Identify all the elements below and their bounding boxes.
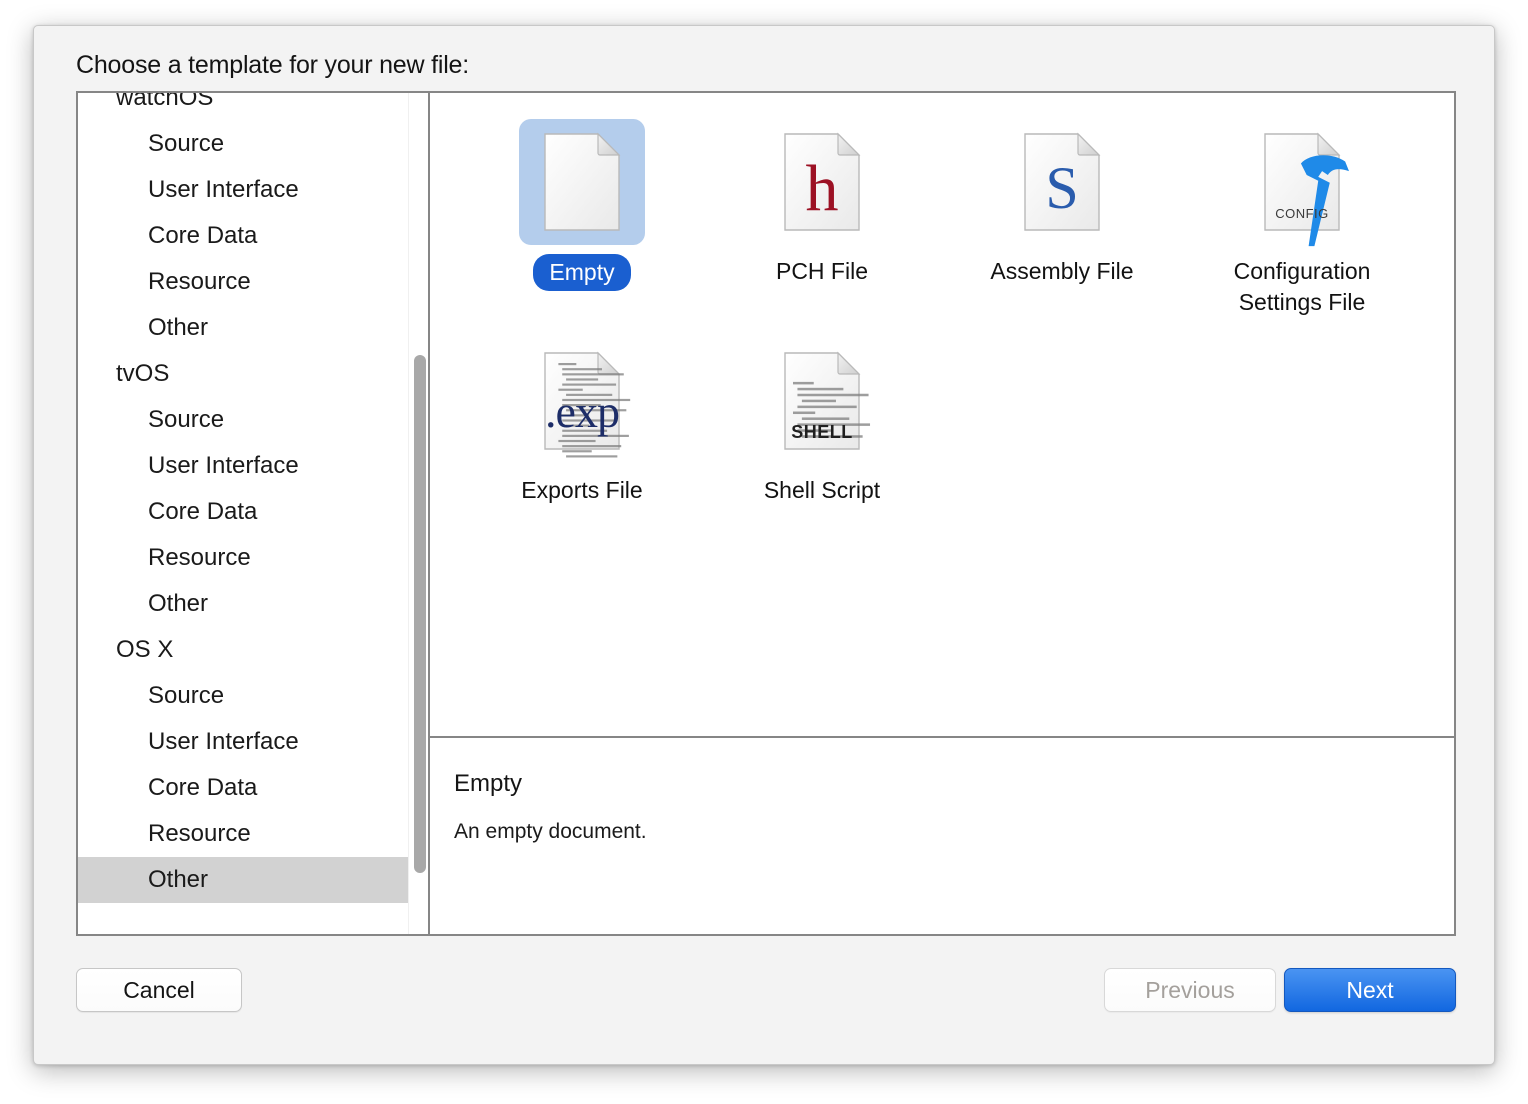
template-item-shell-script[interactable]: SHELL Shell Script: [702, 330, 942, 508]
sidebar-item-other[interactable]: Other: [78, 305, 428, 351]
sidebar-item-label: Core Data: [148, 222, 258, 249]
assembly-file-icon: S: [1022, 132, 1102, 232]
template-label: Assembly File: [990, 258, 1134, 284]
sidebar-item-label: Source: [148, 130, 225, 157]
sidebar-item-other[interactable]: Other: [78, 581, 428, 627]
sidebar-item-core-data[interactable]: Core Data: [78, 489, 428, 535]
selection-highlight: [519, 119, 645, 245]
sidebar-item-core-data[interactable]: Core Data: [78, 765, 428, 811]
sidebar-item-source[interactable]: Source: [78, 397, 428, 443]
template-icon-container: h: [759, 119, 885, 245]
sidebar-item-user-interface[interactable]: User Interface: [78, 719, 428, 765]
platform-category-sidebar[interactable]: watchOS Source User Interface Core Data Reso…: [78, 93, 430, 934]
template-label: PCH File: [775, 258, 868, 284]
sidebar-item-label: Resource: [148, 268, 251, 295]
pch-file-icon: h: [782, 132, 862, 232]
sidebar-item-label: Source: [148, 682, 225, 709]
sidebar-item-source[interactable]: Source: [78, 121, 428, 167]
template-label: Exports File: [521, 477, 643, 503]
sidebar-item-other[interactable]: Other: [78, 857, 428, 903]
empty-document-icon: [542, 132, 622, 232]
template-item-exports-file[interactable]: .exp Exports File: [462, 330, 702, 508]
sidebar-item-watchos[interactable]: watchOS: [78, 93, 428, 121]
sidebar-item-label: Other: [148, 314, 209, 341]
template-item-pch-file[interactable]: h PCH File: [702, 111, 942, 320]
sidebar-item-label: Source: [148, 406, 225, 433]
next-button[interactable]: Next: [1284, 968, 1456, 1012]
description-title: Empty: [454, 770, 523, 797]
sidebar-item-user-interface[interactable]: User Interface: [78, 167, 428, 213]
sidebar-item-source[interactable]: Source: [78, 673, 428, 719]
cancel-button[interactable]: Cancel: [76, 968, 242, 1012]
template-icon-container: SHELL: [759, 338, 885, 464]
template-label: Configuration Settings File: [1233, 258, 1371, 315]
sidebar-item-label: Core Data: [148, 774, 258, 801]
sidebar-item-label: Resource: [148, 820, 251, 847]
config-settings-icon: CONFIG: [1262, 132, 1349, 247]
sidebar-item-tvos[interactable]: tvOS: [78, 351, 428, 397]
sidebar-item-label: watchOS: [116, 93, 214, 111]
template-item-assembly-file[interactable]: S Assembly File: [942, 111, 1182, 320]
template-description-pane: Empty An empty document.: [430, 736, 1454, 934]
sidebar-item-label: Other: [148, 866, 209, 893]
shell-script-icon: SHELL: [782, 351, 871, 451]
template-label: Shell Script: [763, 477, 881, 503]
new-file-template-dialog: Choose a template for your new file: wat…: [33, 25, 1495, 1065]
scrollbar-thumb[interactable]: [414, 355, 426, 873]
sidebar-item-label: Core Data: [148, 498, 258, 525]
template-grid: Empty h PCH File S Assembly File CONFIG Config…: [430, 93, 1454, 736]
vertical-scrollbar[interactable]: [408, 93, 428, 934]
sidebar-item-label: User Interface: [148, 176, 299, 203]
sidebar-item-resource[interactable]: Resource: [78, 535, 428, 581]
sidebar-item-label: OS X: [116, 636, 174, 663]
template-label: Empty: [533, 254, 631, 291]
sidebar-item-resource[interactable]: Resource: [78, 811, 428, 857]
dialog-footer: Cancel Previous Next: [34, 936, 1494, 1064]
sidebar-list: watchOS Source User Interface Core Data Reso…: [78, 93, 428, 903]
sidebar-item-os-x[interactable]: OS X: [78, 627, 428, 673]
description-body: An empty document.: [454, 820, 647, 843]
sidebar-item-label: Other: [148, 590, 209, 617]
sidebar-item-label: Resource: [148, 544, 251, 571]
exports-file-icon: .exp: [542, 351, 631, 458]
template-browser: watchOS Source User Interface Core Data Reso…: [76, 91, 1456, 936]
template-icon-container: S: [999, 119, 1125, 245]
sidebar-item-user-interface[interactable]: User Interface: [78, 443, 428, 489]
sidebar-item-label: User Interface: [148, 728, 299, 755]
template-icon-container: CONFIG: [1239, 119, 1365, 247]
previous-button[interactable]: Previous: [1104, 968, 1276, 1012]
template-item-configuration-settings-file[interactable]: CONFIG Configuration Settings File: [1182, 111, 1422, 320]
page-title: Choose a template for your new file:: [76, 51, 470, 79]
template-pane: Empty h PCH File S Assembly File CONFIG Config…: [430, 93, 1454, 934]
sidebar-item-label: tvOS: [116, 360, 170, 387]
sidebar-item-core-data[interactable]: Core Data: [78, 213, 428, 259]
template-icon-container: .exp: [519, 338, 645, 464]
sidebar-item-resource[interactable]: Resource: [78, 259, 428, 305]
template-item-empty[interactable]: Empty: [462, 111, 702, 320]
sidebar-item-label: User Interface: [148, 452, 299, 479]
